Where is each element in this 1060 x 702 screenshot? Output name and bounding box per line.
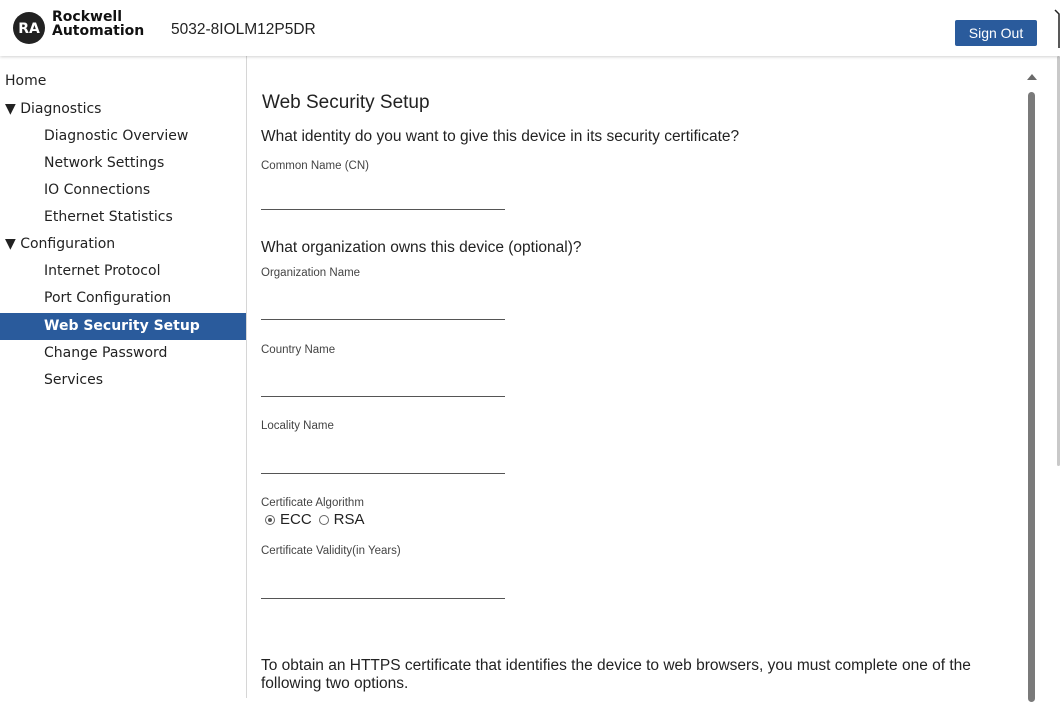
organization-name-label: Organization Name <box>261 267 361 279</box>
sidebar-item-diagnostics[interactable]: ▼ Diagnostics <box>0 96 246 123</box>
locality-name-input[interactable] <box>261 451 505 474</box>
common-name-input[interactable] <box>261 187 505 210</box>
sidebar-item-ethernet-statistics[interactable]: Ethernet Statistics <box>0 204 246 231</box>
window-edge-icon <box>1054 9 1060 48</box>
outer-scrollbar[interactable] <box>1054 56 1060 698</box>
content-scrollbar[interactable] <box>1026 70 1038 702</box>
organization-name-input[interactable] <box>261 297 505 320</box>
scroll-thumb[interactable] <box>1028 92 1035 702</box>
page-title: Web Security Setup <box>262 92 430 113</box>
sidebar-item-configuration[interactable]: ▼ Configuration <box>0 231 246 258</box>
brand-line-2: Automation <box>52 23 145 39</box>
sidebar-item-web-security-setup[interactable]: Web Security Setup <box>0 313 246 340</box>
rockwell-logo-icon: RA <box>13 12 45 44</box>
scroll-up-arrow-icon[interactable] <box>1027 74 1037 80</box>
certificate-algorithm-radio-group: ECC RSA <box>265 511 372 528</box>
ecc-radio[interactable] <box>265 514 275 525</box>
country-name-input[interactable] <box>261 374 505 397</box>
identity-question: What identity do you want to give this d… <box>261 128 740 145</box>
country-name-label: Country Name <box>261 344 336 356</box>
main-content: Web Security Setup What identity do you … <box>247 56 1027 698</box>
organization-question: What organization owns this device (opti… <box>261 239 582 256</box>
sidebar-item-diagnostic-overview[interactable]: Diagnostic Overview <box>0 123 246 150</box>
sidebar-item-port-configuration[interactable]: Port Configuration <box>0 285 246 312</box>
rsa-radio[interactable] <box>318 514 329 525</box>
sidebar-item-internet-protocol[interactable]: Internet Protocol <box>0 258 246 285</box>
rsa-radio-label[interactable]: RSA <box>334 511 365 528</box>
device-name: 5032-8IOLM12P5DR <box>171 21 316 38</box>
sidebar-item-network-settings[interactable]: Network Settings <box>0 150 246 177</box>
svg-text:RA: RA <box>18 21 40 37</box>
sidebar-nav: Home ▼ Diagnostics Diagnostic Overview N… <box>0 56 247 698</box>
brand-logo-text: Rockwell Automation <box>52 10 144 38</box>
top-header: RA Rockwell Automation 5032-8IOLM12P5DR … <box>0 0 1060 56</box>
sidebar-item-services[interactable]: Services <box>0 367 246 394</box>
sign-out-button[interactable]: Sign Out <box>955 20 1037 46</box>
https-instructions: To obtain an HTTPS certificate that iden… <box>261 657 971 692</box>
locality-name-label: Locality Name <box>261 420 334 432</box>
common-name-label: Common Name (CN) <box>261 160 369 172</box>
certificate-validity-label: Certificate Validity(in Years) <box>261 545 401 557</box>
certificate-algorithm-label: Certificate Algorithm <box>261 497 364 509</box>
ecc-radio-label[interactable]: ECC <box>280 511 312 528</box>
certificate-validity-input[interactable] <box>261 576 505 599</box>
sidebar-item-io-connections[interactable]: IO Connections <box>0 177 246 204</box>
sidebar-item-home[interactable]: Home <box>0 68 246 95</box>
sidebar-item-change-password[interactable]: Change Password <box>0 340 246 367</box>
